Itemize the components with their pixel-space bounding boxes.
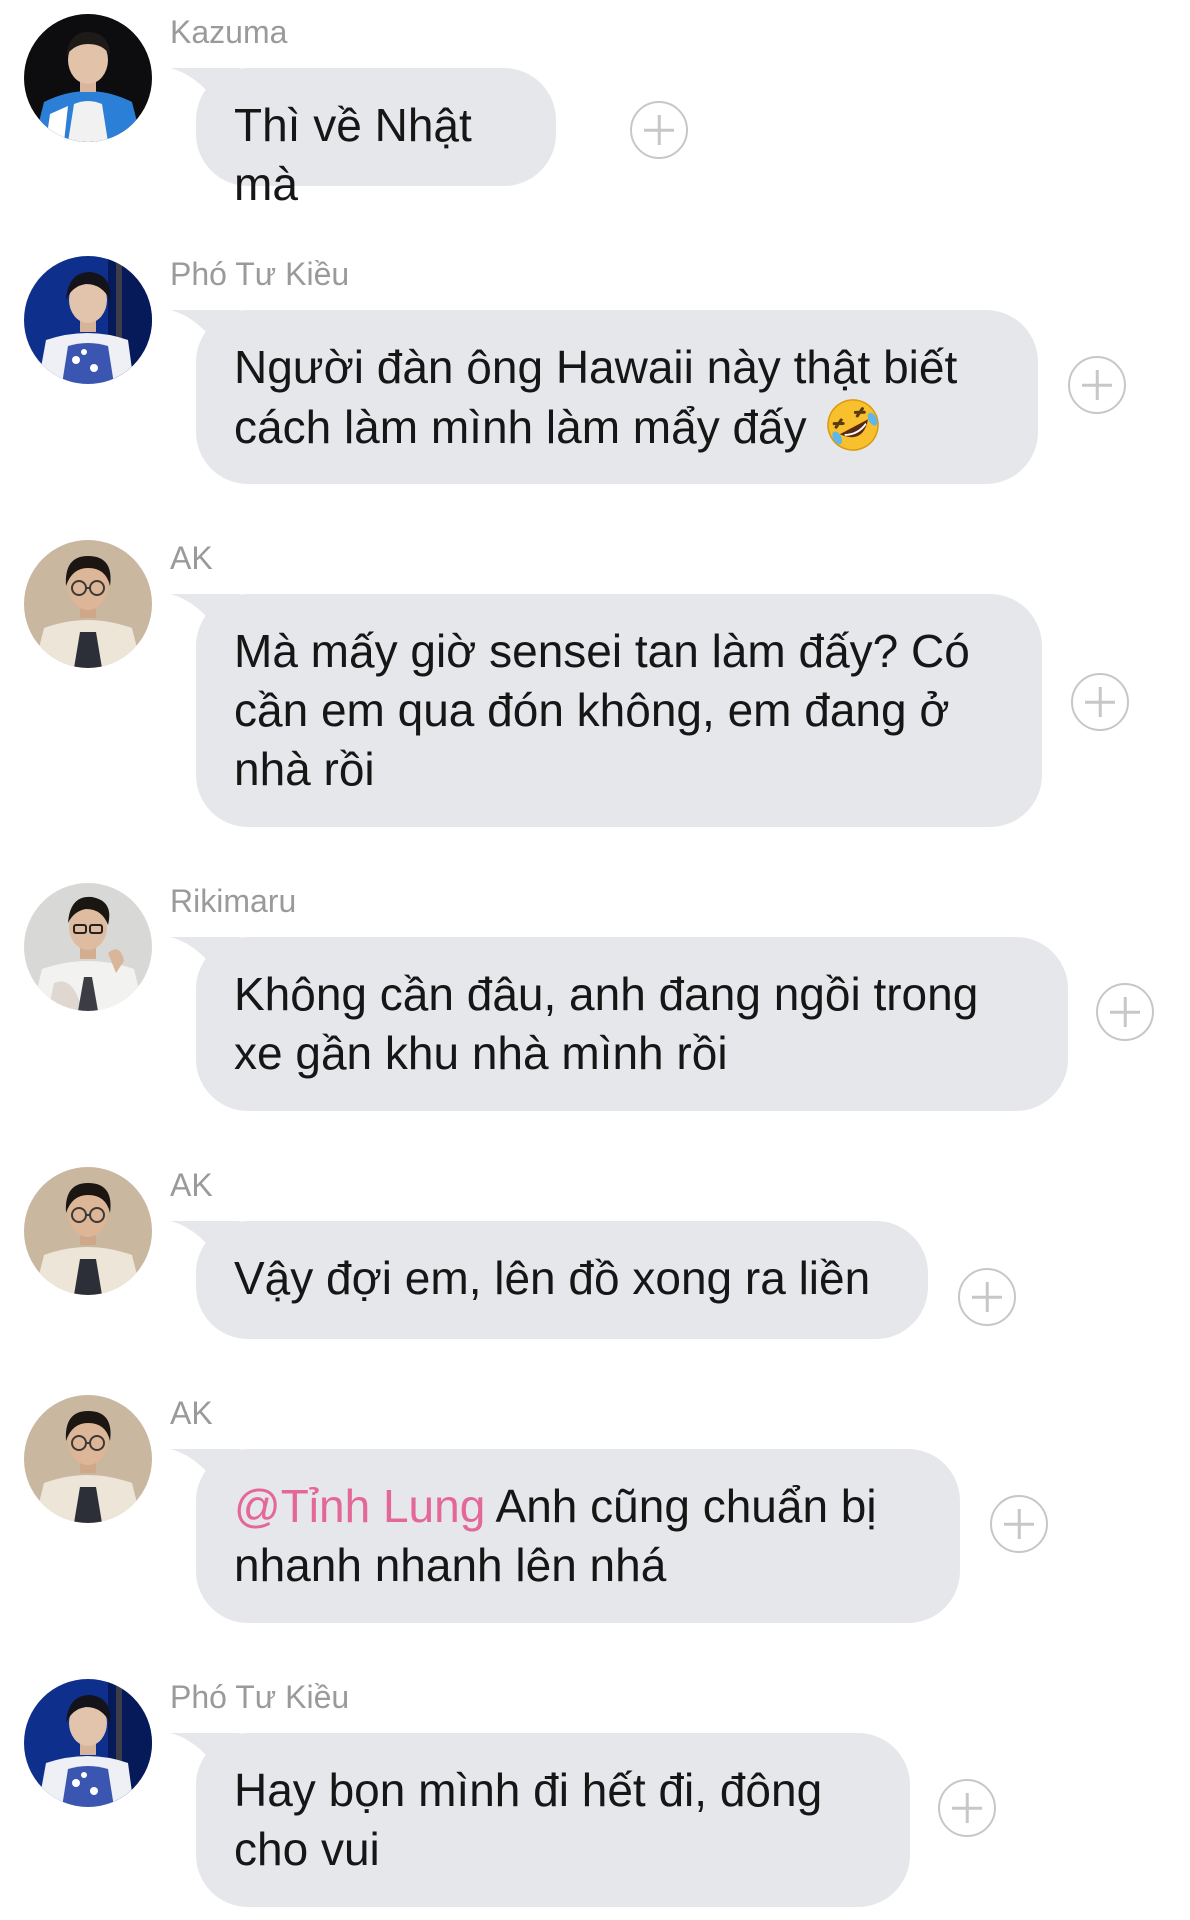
- sender-name: Phó Tư Kiều: [170, 256, 350, 292]
- message-bubble[interactable]: Hay bọn mình đi hết đi, đông cho vui: [196, 1733, 910, 1907]
- add-reaction-icon[interactable]: [1071, 673, 1129, 731]
- chat-message: Phó Tư Kiều Người đàn ông Hawaii này thậ…: [0, 242, 1190, 487]
- message-text: Không cần đâu, anh đang ngồi trong xe gầ…: [234, 968, 979, 1079]
- add-reaction-icon[interactable]: [630, 101, 688, 159]
- chat-message: Rikimaru Không cần đâu, anh đang ngồi tr…: [0, 869, 1190, 1114]
- add-reaction-icon[interactable]: [938, 1779, 996, 1837]
- chat-message: Phó Tư Kiều Hay bọn mình đi hết đi, đông…: [0, 1665, 1190, 1920]
- message-bubble[interactable]: Mà mấy giờ sensei tan làm đấy? Có cần em…: [196, 594, 1042, 827]
- avatar-ak[interactable]: [24, 1395, 152, 1523]
- message-bubble[interactable]: Người đàn ông Hawaii này thật biết cách …: [196, 310, 1038, 484]
- avatar-ak[interactable]: [24, 1167, 152, 1295]
- avatar-rikimaru[interactable]: [24, 883, 152, 1011]
- avatar-kazuma[interactable]: [24, 14, 152, 142]
- add-reaction-icon[interactable]: [1096, 983, 1154, 1041]
- avatar-pho-tu-kieu[interactable]: [24, 256, 152, 384]
- sender-name: AK: [170, 540, 213, 576]
- sender-name: AK: [170, 1167, 213, 1203]
- add-reaction-icon[interactable]: [990, 1495, 1048, 1553]
- message-text: Vậy đợi em, lên đồ xong ra liền: [234, 1252, 871, 1304]
- sender-name: Phó Tư Kiều: [170, 1679, 350, 1715]
- avatar-pho-tu-kieu[interactable]: [24, 1679, 152, 1807]
- sender-name: Kazuma: [170, 14, 288, 50]
- chat-message: AK Mà mấy giờ sensei tan làm đấy? Có cần…: [0, 526, 1190, 827]
- sender-name: AK: [170, 1395, 213, 1431]
- message-text: Thì về Nhật mà: [234, 99, 472, 210]
- add-reaction-icon[interactable]: [1068, 356, 1126, 414]
- avatar-ak[interactable]: [24, 540, 152, 668]
- chat-message: AK @Tỉnh Lung Anh cũng chuẩn bị nhanh nh…: [0, 1381, 1190, 1626]
- message-bubble[interactable]: Không cần đâu, anh đang ngồi trong xe gầ…: [196, 937, 1068, 1111]
- message-text: Mà mấy giờ sensei tan làm đấy? Có cần em…: [234, 625, 970, 795]
- message-bubble[interactable]: Thì về Nhật mà: [196, 68, 556, 210]
- sender-name: Rikimaru: [170, 883, 297, 919]
- add-reaction-icon[interactable]: [958, 1268, 1016, 1326]
- message-bubble[interactable]: @Tỉnh Lung Anh cũng chuẩn bị nhanh nhanh…: [196, 1449, 960, 1623]
- message-bubble[interactable]: Vậy đợi em, lên đồ xong ra liền: [196, 1221, 928, 1339]
- rolling-laughing-emoji-icon: [827, 399, 880, 451]
- chat-message: AK Vậy đợi em, lên đồ xong ra liền: [0, 1153, 1190, 1353]
- chat-message: Kazuma Thì về Nhật mà: [0, 0, 1190, 210]
- message-text: Hay bọn mình đi hết đi, đông cho vui: [234, 1764, 823, 1875]
- user-mention-link[interactable]: @Tỉnh Lung: [234, 1480, 485, 1532]
